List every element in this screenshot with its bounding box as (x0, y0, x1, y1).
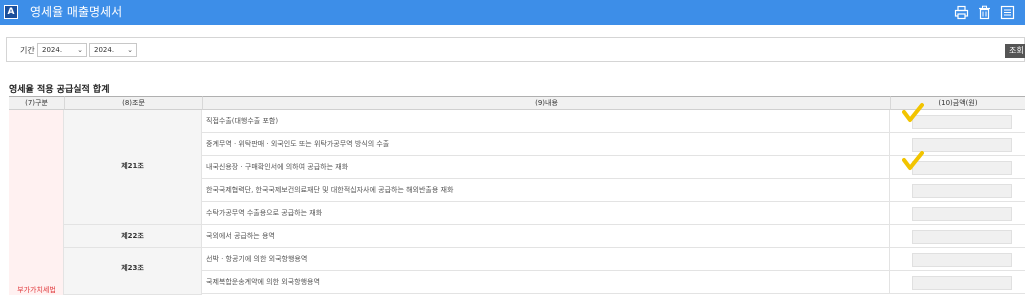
amount-cell (890, 271, 1025, 294)
content-cell: 직접수출(대행수출 포함) (202, 110, 890, 133)
col-header-content: (9)내용 (202, 96, 890, 110)
col-header-article: (8)조문 (64, 96, 202, 110)
print-icon[interactable] (954, 5, 969, 20)
content-cell: 내국신용장 · 구매확인서에 의하여 공급하는 재화 (202, 156, 890, 179)
content-cell: 중계무역 · 위탁판매 · 외국인도 또는 위탁가공무역 방식의 수출 (202, 133, 890, 156)
export-icon[interactable] (1000, 5, 1015, 20)
amount-input[interactable] (912, 230, 1012, 244)
chevron-down-icon: ⌄ (77, 46, 83, 54)
section-title: 영세율 적용 공급실적 합계 (9, 85, 110, 95)
amount-input[interactable] (912, 161, 1012, 175)
trash-icon[interactable] (977, 5, 992, 20)
content-cell: 국제복합운송계약에 의한 외국항행용역 (202, 271, 890, 294)
amount-cell (890, 225, 1025, 248)
col-header-category: (7)구분 (9, 96, 64, 110)
article-cell: 제21조 (64, 110, 202, 225)
title-bar: A 영세율 매출명세서 (0, 0, 1025, 25)
amount-cell (890, 202, 1025, 225)
app-badge: A (4, 5, 18, 19)
amount-input[interactable] (912, 184, 1012, 198)
period-label: 기간 (20, 46, 35, 55)
amount-input[interactable] (912, 207, 1012, 221)
content-cell: 선박 · 항공기에 의한 외국항행용역 (202, 248, 890, 271)
content-cell: 한국국제협력단, 한국국제보건의료재단 및 대한적십자사에 공급하는 해외반출용… (202, 179, 890, 202)
period-to-value: 2024. (94, 46, 115, 54)
amount-input[interactable] (912, 276, 1012, 290)
checkmark-icon (902, 151, 924, 170)
category-label: 부가가치세법 (17, 286, 56, 294)
article-cell: 제23조 (64, 248, 202, 295)
chevron-down-icon: ⌄ (127, 46, 133, 54)
checkmark-icon (902, 103, 924, 122)
amount-cell (890, 179, 1025, 202)
article-cell: 제22조 (64, 225, 202, 248)
page-title: 영세율 매출명세서 (30, 5, 123, 19)
content-cell: 국외에서 공급하는 용역 (202, 225, 890, 248)
content-cell: 수탁가공무역 수출용으로 공급하는 재화 (202, 202, 890, 225)
amount-input[interactable] (912, 253, 1012, 267)
period-from-value: 2024. (42, 46, 63, 54)
period-to-select[interactable]: 2024. ⌄ (89, 43, 137, 57)
category-cell: 부가가치세법 (9, 110, 64, 295)
period-from-select[interactable]: 2024. ⌄ (37, 43, 87, 57)
search-button[interactable]: 조회 (1005, 44, 1025, 58)
amount-input[interactable] (912, 138, 1012, 152)
amount-cell (890, 248, 1025, 271)
filter-bar: 기간 2024. ⌄ ~ 2024. ⌄ (6, 37, 1025, 62)
amount-input[interactable] (912, 115, 1012, 129)
